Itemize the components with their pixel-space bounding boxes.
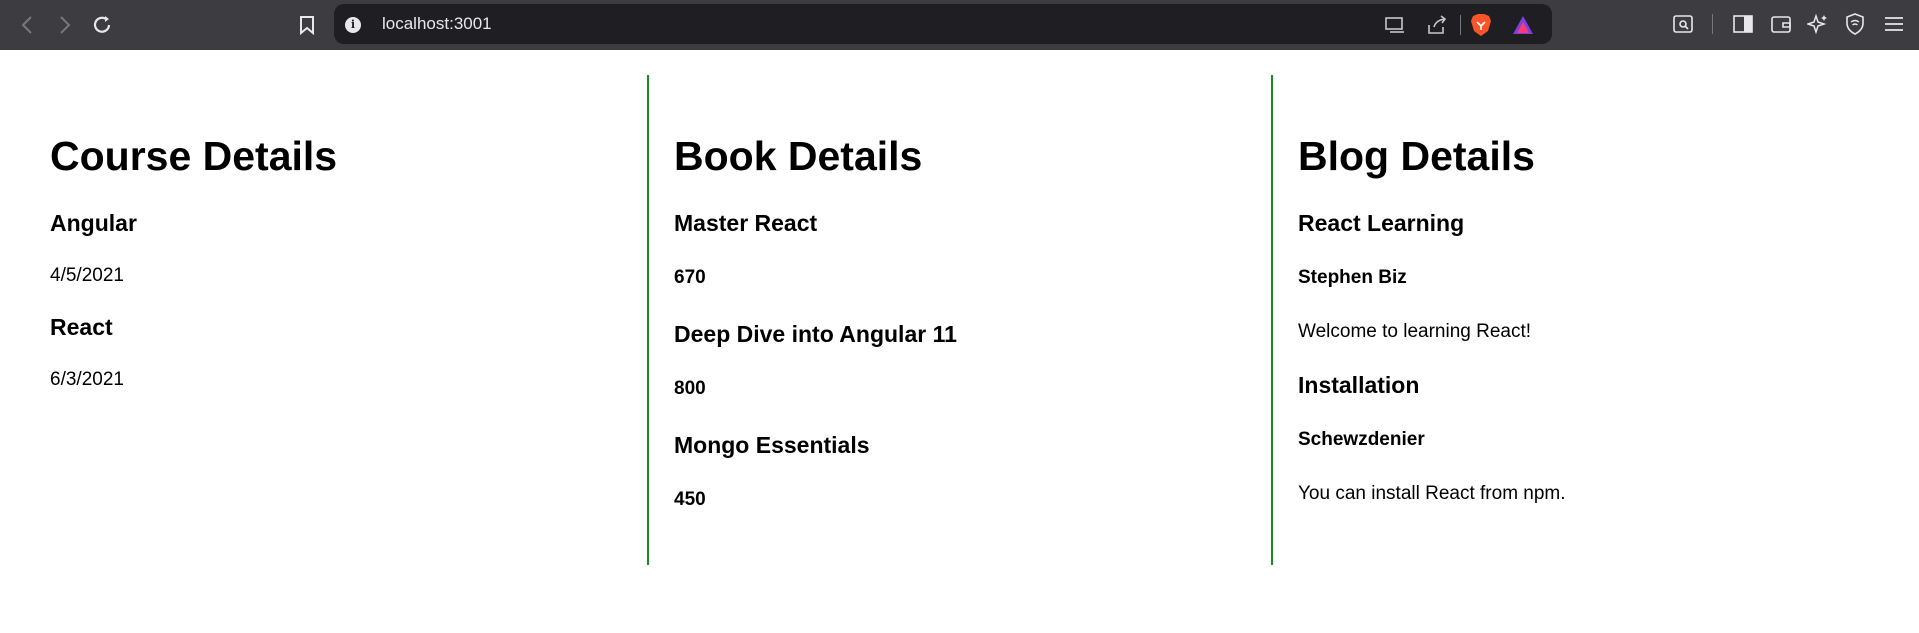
bookmark-icon[interactable]	[292, 10, 322, 40]
sidebar-icon[interactable]	[1732, 13, 1754, 35]
book-details-section: Book Details Master React 670 Deep Dive …	[624, 75, 1248, 565]
course-details-heading: Course Details	[50, 133, 338, 179]
course-date: 4/5/2021	[50, 265, 124, 286]
share-icon[interactable]	[1426, 14, 1448, 36]
cast-icon[interactable]	[1384, 14, 1406, 36]
book-name: Master React	[674, 210, 818, 236]
blog-author: Stephen Biz	[1298, 267, 1407, 288]
brave-rewards-icon[interactable]	[1512, 14, 1534, 36]
wallet-icon[interactable]	[1770, 13, 1792, 35]
course-date: 6/3/2021	[50, 369, 124, 390]
brave-lion-icon[interactable]	[1470, 14, 1492, 36]
toolbar-separator	[1712, 14, 1713, 34]
blog-details-heading: Blog Details	[1298, 133, 1535, 179]
info-icon[interactable]: i	[345, 17, 361, 33]
tab-search-icon[interactable]	[1672, 13, 1694, 35]
book-name: Deep Dive into Angular 11	[674, 321, 957, 347]
omnibox-separator	[1460, 15, 1461, 35]
hamburger-menu-icon[interactable]	[1883, 13, 1905, 35]
reload-icon[interactable]	[87, 10, 117, 40]
back-arrow-icon[interactable]	[12, 10, 42, 40]
address-bar[interactable]: i localhost:3001	[334, 4, 1552, 44]
blog-content: Welcome to learning React!	[1298, 321, 1532, 342]
book-details-heading: Book Details	[674, 133, 923, 179]
blog-title: React Learning	[1298, 210, 1465, 236]
vpn-shield-icon[interactable]	[1844, 13, 1866, 35]
page-content: Course Details Angular 4/5/2021 React 6/…	[0, 75, 1919, 565]
course-name: Angular	[50, 210, 137, 236]
course-details-section: Course Details Angular 4/5/2021 React 6/…	[0, 75, 624, 565]
course-name: React	[50, 314, 113, 340]
blog-title: Installation	[1298, 372, 1420, 398]
book-price: 800	[674, 378, 706, 399]
browser-toolbar: i localhost:3001	[0, 0, 1919, 50]
blog-content: You can install React from npm.	[1298, 483, 1566, 504]
leo-ai-icon[interactable]	[1807, 13, 1829, 35]
book-name: Mongo Essentials	[674, 432, 870, 458]
book-price: 450	[674, 489, 706, 510]
forward-arrow-icon[interactable]	[50, 10, 80, 40]
blog-author: Schewzdenier	[1298, 429, 1425, 450]
book-price: 670	[674, 267, 706, 288]
url-text[interactable]: localhost:3001	[382, 14, 492, 34]
blog-details-section: Blog Details React Learning Stephen Biz …	[1248, 75, 1908, 565]
